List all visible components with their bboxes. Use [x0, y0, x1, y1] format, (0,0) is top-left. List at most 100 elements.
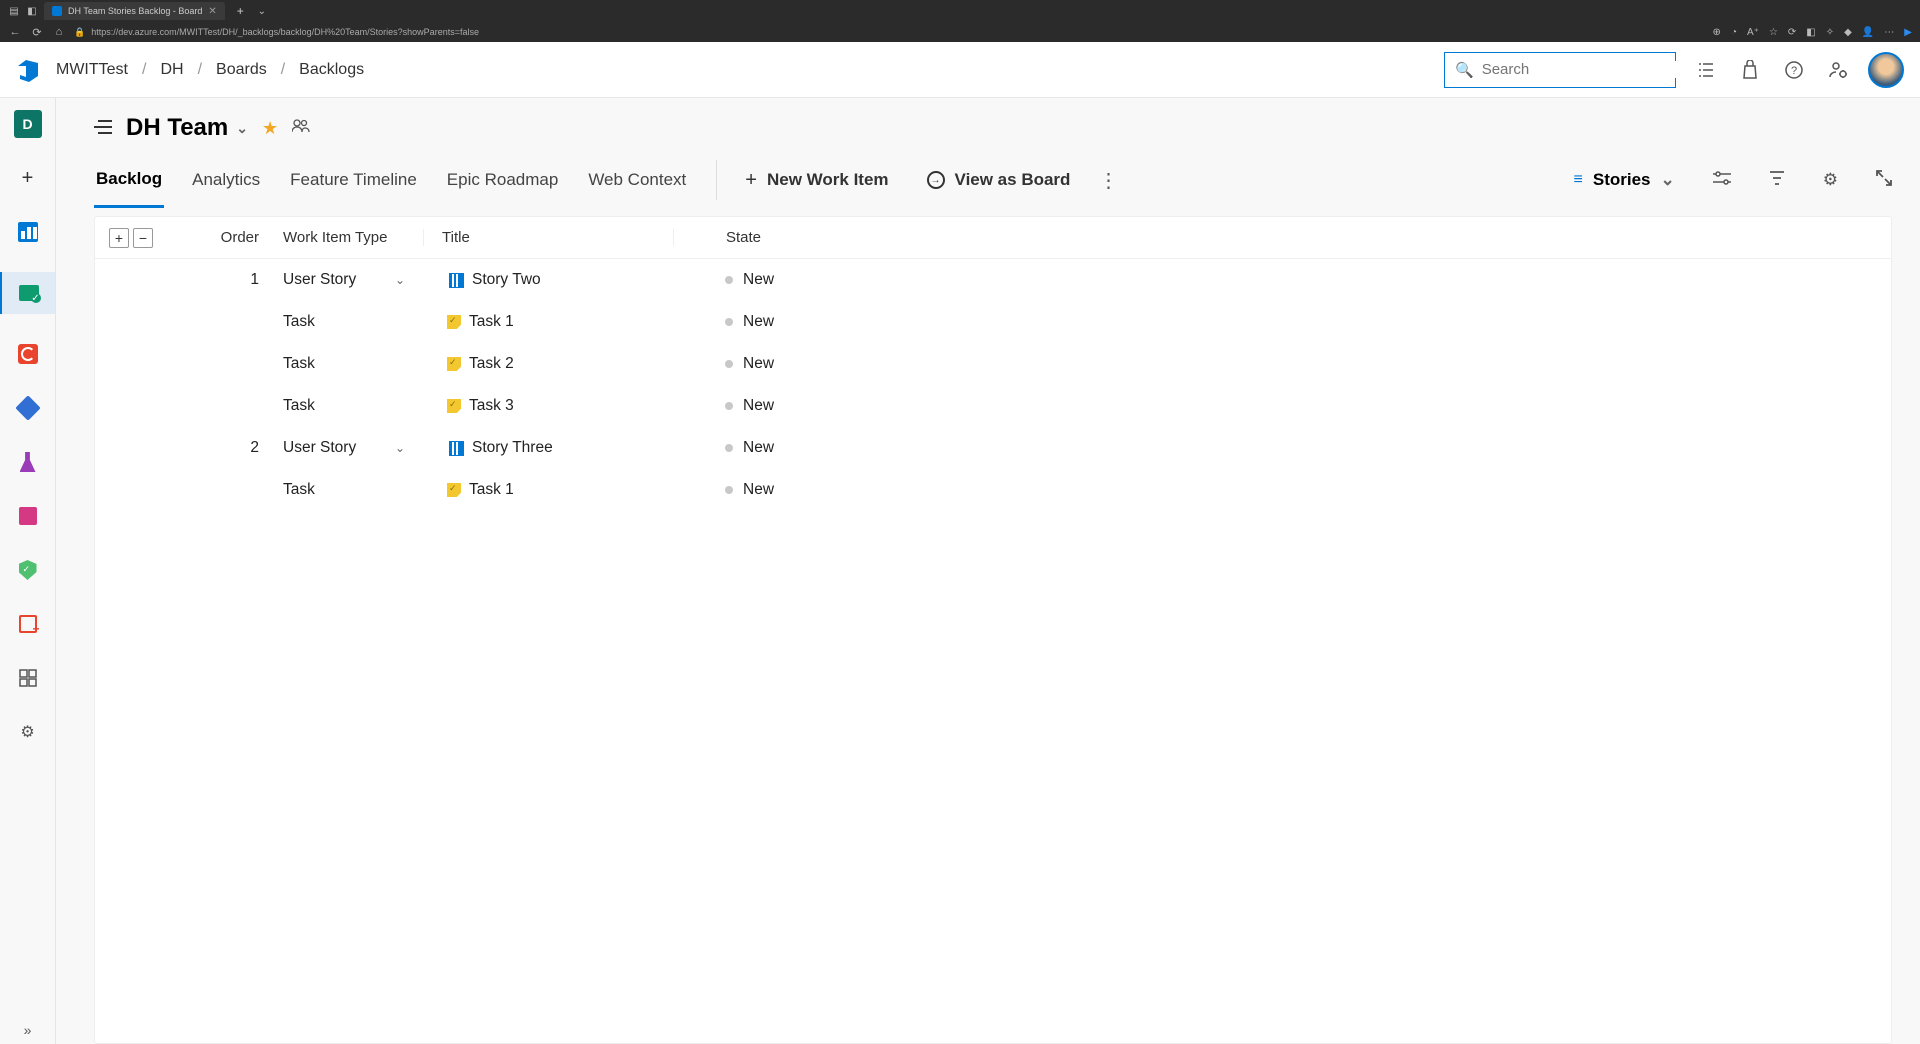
azure-devops-logo[interactable]	[16, 58, 40, 82]
backlog-level-selector[interactable]: ≡ Stories ⌄	[1574, 170, 1675, 190]
toggle-nav-icon[interactable]	[94, 117, 112, 140]
table-row[interactable]: TaskTask 2New	[95, 343, 1891, 385]
nav-settings[interactable]: ⚙	[14, 718, 42, 746]
plus-icon: +	[745, 169, 757, 192]
tab-actions-icon[interactable]: ▤	[8, 5, 20, 17]
task-icon	[447, 357, 461, 371]
table-row[interactable]: TaskTask 1New	[95, 301, 1891, 343]
address-bar[interactable]: 🔒 https://dev.azure.com/MWITTest/DH/_bac…	[74, 27, 1705, 38]
state-label: New	[743, 439, 774, 457]
help-icon[interactable]: ?	[1780, 56, 1808, 84]
marketplace-icon[interactable]	[1736, 56, 1764, 84]
cell-order: 1	[173, 271, 283, 289]
copilot-icon[interactable]: ▶	[1904, 27, 1912, 38]
tab-feature-timeline[interactable]: Feature Timeline	[288, 152, 419, 208]
breadcrumb-org[interactable]: MWITTest	[56, 61, 128, 79]
cell-state: New	[673, 355, 774, 373]
team-members-icon[interactable]	[292, 119, 310, 138]
backlog-grid: + − Order Work Item Type Title State 1Us…	[94, 216, 1892, 1044]
col-state[interactable]: State	[673, 229, 833, 246]
new-tab-button[interactable]: +	[231, 4, 250, 18]
cell-title[interactable]: Task 2	[423, 355, 673, 373]
tab-chevron-icon[interactable]: ⌄	[256, 5, 268, 17]
new-item-button[interactable]: +	[14, 164, 42, 192]
task-icon	[447, 483, 461, 497]
arrow-circle-icon: →	[927, 171, 945, 189]
column-options-icon[interactable]	[1713, 170, 1731, 190]
url-text: https://dev.azure.com/MWITTest/DH/_backl…	[91, 27, 479, 37]
work-items-icon[interactable]	[1692, 56, 1720, 84]
tracking-icon[interactable]: ◔	[1731, 27, 1737, 38]
collapse-all-button[interactable]: −	[133, 228, 153, 248]
expand-chevron-icon[interactable]: ⌄	[391, 441, 409, 455]
nav-delivery-plans[interactable]	[14, 610, 42, 638]
sync-icon[interactable]: ⟳	[1788, 27, 1796, 38]
table-row[interactable]: 1User Story⌄Story TwoNew	[95, 259, 1891, 301]
new-work-item-button[interactable]: + New Work Item	[745, 169, 888, 192]
nav-artifacts[interactable]	[14, 502, 42, 530]
state-dot-icon	[725, 318, 733, 326]
extensions-icon[interactable]: ✧	[1826, 27, 1834, 38]
cell-title[interactable]: Task 1	[423, 313, 673, 331]
refresh-button[interactable]: ⟳	[30, 26, 44, 39]
avatar[interactable]	[1868, 52, 1904, 88]
table-row[interactable]: TaskTask 1New	[95, 469, 1891, 511]
cell-title[interactable]: Task 1	[423, 481, 673, 499]
nav-test-plans[interactable]	[14, 448, 42, 476]
nav-boards[interactable]	[14, 218, 42, 246]
breadcrumb-project[interactable]: DH	[160, 61, 183, 79]
nav-pipelines[interactable]	[14, 394, 42, 422]
col-type[interactable]: Work Item Type	[283, 229, 423, 246]
nav-compliance[interactable]	[14, 556, 42, 584]
task-icon	[447, 315, 461, 329]
search-box[interactable]: 🔍	[1444, 52, 1676, 88]
user-story-icon	[449, 441, 464, 456]
user-settings-icon[interactable]	[1824, 56, 1852, 84]
tab-web-context[interactable]: Web Context	[586, 152, 688, 208]
back-button[interactable]: ←	[8, 26, 22, 38]
tab-analytics[interactable]: Analytics	[190, 152, 262, 208]
table-row[interactable]: Task Task 3 New	[95, 385, 1891, 427]
item-title: Task 3	[469, 397, 514, 415]
fullscreen-icon[interactable]	[1876, 170, 1892, 191]
collections-icon[interactable]: ◧	[1806, 27, 1815, 38]
cell-state: New	[673, 397, 774, 415]
cell-title[interactable]: ⌄Story Two	[423, 271, 673, 289]
nav-dashboards[interactable]	[14, 664, 42, 692]
settings-icon[interactable]: ⚙	[1823, 170, 1838, 190]
read-aloud-icon[interactable]: A⁺	[1747, 27, 1759, 38]
tab-overview-icon[interactable]: ◧	[26, 5, 38, 17]
table-row[interactable]: 2User Story⌄Story ThreeNew	[95, 427, 1891, 469]
tab-backlog[interactable]: Backlog	[94, 152, 164, 208]
cell-title[interactable]: ⌄Story Three	[423, 439, 673, 457]
view-as-board-button[interactable]: → View as Board	[927, 170, 1071, 190]
search-input[interactable]	[1482, 61, 1681, 78]
close-icon[interactable]: ✕	[208, 6, 216, 17]
ext2-icon[interactable]: ◆	[1844, 27, 1852, 38]
favorite-icon[interactable]: ☆	[1769, 27, 1778, 38]
zoom-icon[interactable]: ⊕	[1713, 27, 1721, 38]
tab-epic-roadmap[interactable]: Epic Roadmap	[445, 152, 561, 208]
favorite-button[interactable]: ★	[262, 118, 278, 139]
state-label: New	[743, 355, 774, 373]
more-actions-button[interactable]: ⋮	[1098, 168, 1118, 193]
nav-repos[interactable]	[14, 340, 42, 368]
filter-icon[interactable]	[1769, 170, 1785, 190]
project-badge[interactable]: D	[14, 110, 42, 138]
browser-tab[interactable]: DH Team Stories Backlog - Board ✕	[44, 2, 225, 20]
cell-title[interactable]: Task 3	[423, 397, 673, 415]
nav-expand-button[interactable]: »	[14, 1016, 42, 1044]
home-button[interactable]: ⌂	[52, 26, 66, 38]
cell-type: Task	[283, 397, 423, 415]
profile-icon[interactable]: 👤	[1862, 27, 1874, 38]
breadcrumb-boards[interactable]: Boards	[216, 61, 267, 79]
expand-chevron-icon[interactable]: ⌄	[391, 273, 409, 287]
col-title[interactable]: Title	[423, 229, 673, 246]
state-dot-icon	[725, 360, 733, 368]
team-selector[interactable]: DH Team ⌄	[126, 114, 248, 142]
breadcrumb-backlogs[interactable]: Backlogs	[299, 61, 364, 79]
more-icon[interactable]: ⋯	[1884, 27, 1894, 38]
col-order[interactable]: Order	[173, 229, 283, 246]
nav-sprints[interactable]	[0, 272, 55, 314]
expand-all-button[interactable]: +	[109, 228, 129, 248]
